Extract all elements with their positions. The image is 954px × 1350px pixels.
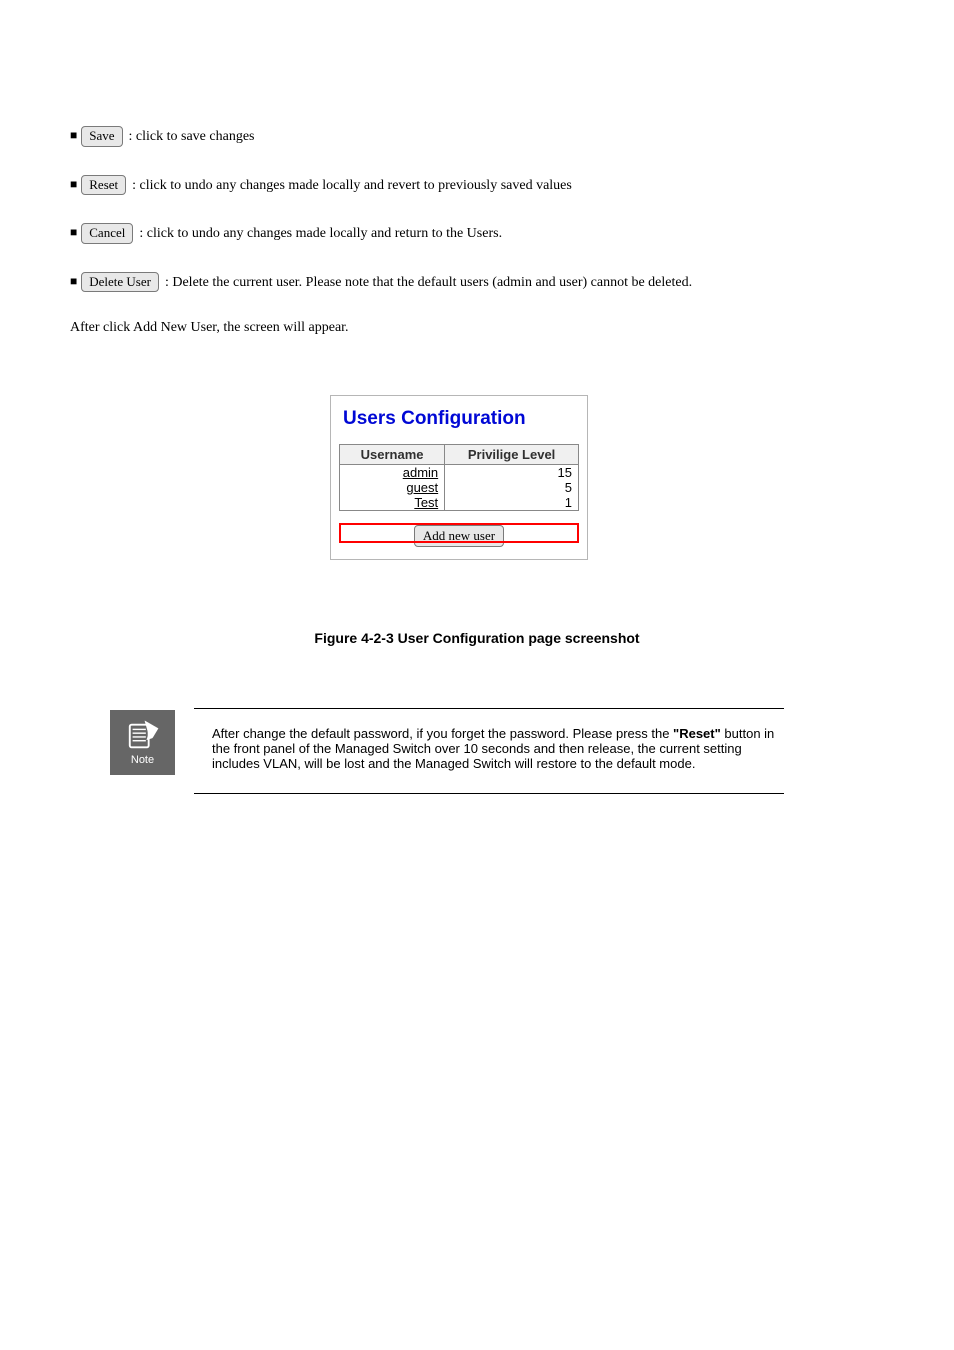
user-level: 1 (445, 495, 579, 511)
user-link[interactable]: Test (340, 495, 445, 511)
col-privilege: Privilige Level (445, 445, 579, 465)
save-button[interactable]: Save (81, 126, 122, 147)
divider (194, 793, 784, 794)
panel-title: Users Configuration (343, 408, 579, 430)
table-row: admin 15 (340, 465, 579, 481)
user-level: 15 (445, 465, 579, 481)
note-icon: Note (110, 710, 175, 775)
figure-caption: Figure 4-2-3 User Configuration page scr… (0, 630, 954, 646)
user-link[interactable]: guest (340, 480, 445, 495)
user-level: 5 (445, 480, 579, 495)
reset-button[interactable]: Reset (81, 175, 126, 196)
post-buttons-text: After click Add New User, the screen wil… (70, 320, 692, 336)
add-user-wrap: Add new user (339, 525, 579, 547)
bullet: ■ (70, 177, 77, 191)
table-row: guest 5 (340, 480, 579, 495)
note-icon-svg (124, 719, 162, 753)
divider (194, 708, 784, 709)
reset-row: ■ Reset : click to undo any changes made… (70, 175, 692, 196)
delete-user-desc: : Delete the current user. Please note t… (165, 275, 692, 291)
bullet: ■ (70, 274, 77, 288)
cancel-row: ■ Cancel : click to undo any changes mad… (70, 223, 692, 244)
save-desc: : click to save changes (129, 129, 255, 145)
add-new-user-button[interactable]: Add new user (414, 525, 504, 547)
cancel-desc: : click to undo any changes made locally… (139, 226, 502, 242)
delete-user-button[interactable]: Delete User (81, 272, 159, 293)
bullet: ■ (70, 128, 77, 142)
note-text: After change the default password, if yo… (212, 726, 786, 771)
save-row: ■ Save : click to save changes (70, 126, 692, 147)
users-config-panel: Users Configuration Username Privilige L… (330, 395, 588, 560)
reset-desc: : click to undo any changes made locally… (132, 178, 572, 194)
user-link[interactable]: admin (340, 465, 445, 481)
users-table: Username Privilige Level admin 15 guest … (339, 444, 579, 511)
table-row-highlighted: Test 1 (340, 495, 579, 511)
cancel-button[interactable]: Cancel (81, 223, 133, 244)
bullet: ■ (70, 225, 77, 239)
button-descriptions: ■ Save : click to save changes ■ Reset :… (70, 126, 692, 364)
delete-user-row: ■ Delete User : Delete the current user.… (70, 272, 692, 293)
col-username: Username (340, 445, 445, 465)
note-label: Note (131, 754, 154, 766)
